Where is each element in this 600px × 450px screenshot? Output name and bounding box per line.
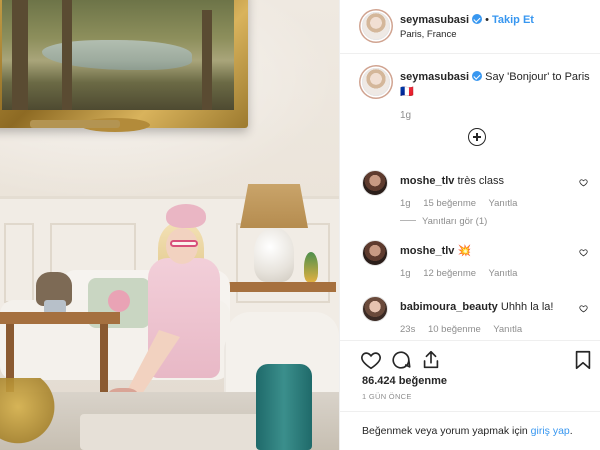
coffee-table: [0, 312, 120, 324]
gilded-painting: [0, 0, 248, 132]
reply-button[interactable]: Yanıtla: [493, 324, 522, 335]
comment-meta: 23s 10 beğenme Yanıtla: [400, 324, 532, 335]
garden-stool: [256, 364, 312, 450]
avatar[interactable]: [362, 12, 390, 40]
plus-circle-icon[interactable]: [468, 128, 486, 146]
comment-text: babimoura_beauty Uhhh la la!: [400, 300, 592, 314]
location-link[interactable]: Paris, France: [400, 29, 457, 40]
heart-icon[interactable]: [579, 178, 588, 187]
header-line: seymasubasi • Takip Et: [400, 14, 534, 26]
picture-light: [30, 120, 120, 128]
comment-body: 💥: [457, 245, 472, 257]
comment-body: Uhhh la la!: [500, 301, 554, 313]
comment-meta: 1g 12 beğenme Yanıtla: [400, 268, 527, 279]
heart-icon[interactable]: [579, 304, 588, 313]
username-link[interactable]: babimoura_beauty: [400, 301, 498, 313]
username-link[interactable]: seymasubasi: [400, 14, 469, 26]
bookmark-icon[interactable]: [572, 349, 594, 371]
caption-text: seymasubasi Say 'Bonjour' to Paris 🇫🇷: [400, 70, 590, 100]
table-lamp-shade: [240, 184, 308, 228]
comment-meta: 1g 15 beğenme Yanıtla: [400, 198, 527, 209]
comment-time[interactable]: 1g: [400, 198, 411, 209]
heart-icon[interactable]: [360, 349, 382, 371]
post-actions: 86.424 beğenme 1 GÜN ÖNCE Beğenmek veya …: [340, 340, 600, 450]
share-icon[interactable]: [420, 349, 442, 371]
caption-time[interactable]: 1g: [400, 110, 411, 121]
comment-body: très class: [457, 175, 504, 187]
comment-likes[interactable]: 15 beğenme: [423, 198, 476, 209]
follow-button[interactable]: Takip Et: [492, 14, 534, 26]
login-prompt-text: Beğenmek veya yorum yapmak için: [362, 425, 528, 437]
comment-text: moshe_tlv très class: [400, 174, 592, 188]
side-table: [226, 282, 336, 292]
login-link[interactable]: giriş yap: [531, 425, 570, 437]
separator: •: [485, 14, 489, 26]
post-sidebar: seymasubasi • Takip Et Paris, France seyma…: [339, 0, 600, 450]
comment-likes[interactable]: 10 beğenme: [428, 324, 481, 335]
verified-badge-icon: [472, 71, 483, 81]
comment-bubble-icon[interactable]: [390, 349, 412, 371]
avatar[interactable]: [362, 296, 388, 322]
avatar[interactable]: [362, 240, 388, 266]
post-header: seymasubasi • Takip Et Paris, France: [340, 0, 600, 54]
comment-time[interactable]: 23s: [400, 324, 415, 335]
post-photo[interactable]: [0, 0, 339, 450]
parrot-figurine: [304, 252, 318, 282]
table-lamp-base: [254, 228, 294, 282]
comment-likes[interactable]: 12 beğenme: [423, 268, 476, 279]
posted-ago[interactable]: 1 GÜN ÖNCE: [362, 392, 412, 401]
login-prompt-bar: Beğenmek veya yorum yapmak için giriş ya…: [340, 411, 600, 450]
sunglasses: [170, 240, 198, 247]
username-link[interactable]: moshe_tlv: [400, 245, 454, 257]
pink-beret: [166, 204, 206, 228]
login-prompt-suffix: .: [569, 425, 573, 437]
comment-time[interactable]: 1g: [400, 268, 411, 279]
verified-badge-icon: [472, 14, 483, 24]
view-replies-button[interactable]: Yanıtları gör (1): [400, 216, 487, 227]
username-link[interactable]: seymasubasi: [400, 71, 469, 83]
login-prompt: Beğenmek veya yorum yapmak için giriş ya…: [362, 425, 573, 437]
reply-button[interactable]: Yanıtla: [489, 198, 518, 209]
reply-button[interactable]: Yanıtla: [489, 268, 518, 279]
avatar[interactable]: [362, 68, 390, 96]
heart-icon[interactable]: [579, 248, 588, 257]
comment-text: moshe_tlv 💥: [400, 244, 592, 258]
username-link[interactable]: moshe_tlv: [400, 175, 454, 187]
view-replies-label: Yanıtları gör (1): [422, 216, 488, 227]
foreground-plant: [0, 378, 60, 450]
avatar[interactable]: [362, 170, 388, 196]
likes-count[interactable]: 86.424 beğenme: [362, 375, 447, 387]
replies-dash: [400, 220, 416, 221]
